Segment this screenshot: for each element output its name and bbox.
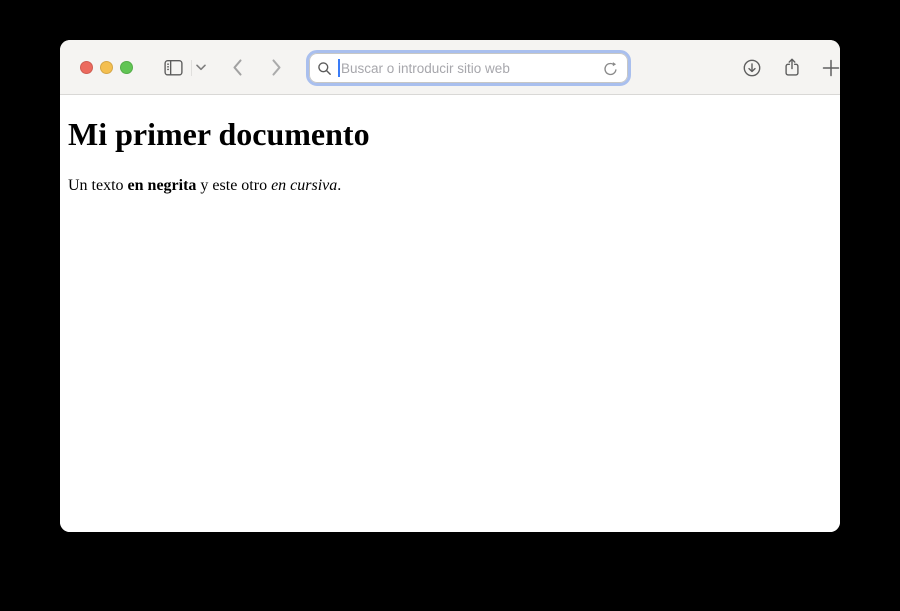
page-paragraph: Un texto en negrita y este otro en cursi… <box>68 177 832 195</box>
zoom-button[interactable] <box>120 60 133 74</box>
paragraph-text: Un texto <box>68 177 128 194</box>
reload-button[interactable] <box>602 60 619 77</box>
search-icon <box>317 61 332 76</box>
back-chevron-icon <box>231 58 244 77</box>
sidebar-options-button[interactable] <box>196 64 206 71</box>
paragraph-text: . <box>337 177 342 194</box>
share-button[interactable] <box>782 57 802 78</box>
page-title: Mi primer documento <box>68 116 370 152</box>
download-icon <box>742 58 762 78</box>
browser-toolbar: Buscar o introducir sitio web <box>60 40 840 95</box>
text-caret <box>338 59 340 77</box>
forward-chevron-icon <box>270 58 283 77</box>
downloads-button[interactable] <box>742 58 762 78</box>
minimize-button[interactable] <box>100 60 113 74</box>
toolbar-separator <box>191 60 192 76</box>
share-icon <box>782 57 802 78</box>
address-bar[interactable]: Buscar o introducir sitio web <box>306 50 631 86</box>
back-button[interactable] <box>231 58 244 77</box>
sidebar-toggle-icon <box>163 57 184 78</box>
sidebar-toggle-button[interactable] <box>163 57 184 78</box>
reload-icon <box>602 60 619 77</box>
italic-text: en cursiva <box>271 177 338 194</box>
bold-text: en negrita <box>127 177 197 194</box>
new-tab-button[interactable] <box>822 59 840 77</box>
forward-button[interactable] <box>270 58 283 77</box>
chevron-down-icon <box>196 64 206 71</box>
close-button[interactable] <box>80 60 93 74</box>
traffic-lights <box>80 60 133 74</box>
paragraph-text: y este otro <box>196 177 272 194</box>
address-bar-placeholder: Buscar o introducir sitio web <box>341 60 510 76</box>
page-content: Mi primer documento Un texto en negrita … <box>60 95 840 532</box>
browser-window: Buscar o introducir sitio web Mi primer … <box>60 40 840 532</box>
new-tab-icon <box>822 59 840 77</box>
